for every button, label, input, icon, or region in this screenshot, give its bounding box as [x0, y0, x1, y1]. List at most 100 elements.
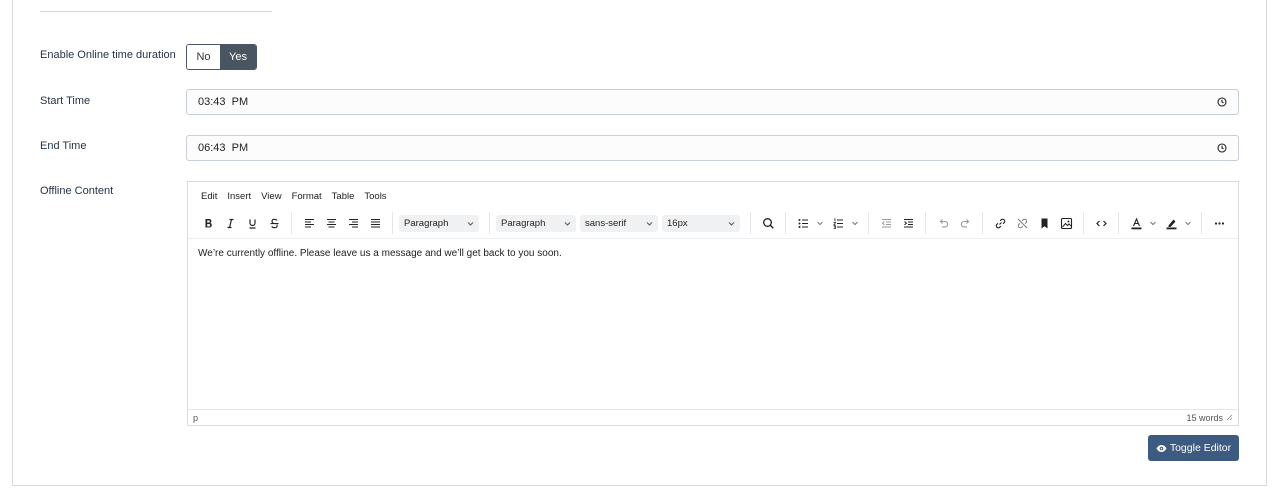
- font-size-value: 16px: [667, 217, 688, 229]
- font-size-dropdown[interactable]: 16px: [662, 214, 740, 232]
- online-duration-toggle: No Yes: [186, 44, 257, 70]
- menu-insert[interactable]: Insert: [222, 191, 256, 202]
- resize-handle-icon[interactable]: [1226, 414, 1233, 421]
- toolbar-divider: [982, 212, 983, 234]
- editor-menubar: Edit Insert View Format Table Tools: [188, 182, 392, 210]
- text-color-icon: [1131, 217, 1141, 229]
- bookmark-button[interactable]: [1033, 212, 1055, 234]
- menu-table[interactable]: Table: [327, 191, 360, 202]
- italic-button[interactable]: [219, 212, 241, 234]
- underline-button[interactable]: [241, 212, 263, 234]
- toggle-editor-label: Toggle Editor: [1169, 442, 1232, 454]
- menu-view[interactable]: View: [256, 191, 286, 202]
- insert-image-button[interactable]: [1055, 212, 1077, 234]
- align-right-button[interactable]: [342, 212, 364, 234]
- indent-button[interactable]: [897, 212, 919, 234]
- toggle-yes-button[interactable]: Yes: [220, 45, 256, 69]
- chevron-down-icon: [1185, 221, 1191, 226]
- rich-text-editor: Edit Insert View Format Table Tools Para…: [187, 181, 1239, 426]
- bookmark-icon: [1041, 218, 1047, 228]
- editor-statusbar: p 15 words: [188, 409, 1238, 425]
- underline-icon: [248, 219, 256, 229]
- bullet-list-icon: [798, 218, 808, 228]
- editor-toolbar: Paragraph Paragraph sans-serif 16px: [188, 210, 1238, 236]
- chevron-down-icon: [728, 221, 735, 226]
- italic-icon: [227, 218, 233, 228]
- toolbar-divider: [291, 212, 292, 234]
- toolbar-divider: [868, 212, 869, 234]
- source-code-button[interactable]: [1090, 212, 1112, 234]
- numbered-list-icon: [832, 218, 843, 229]
- toolbar-divider: [1083, 212, 1084, 234]
- code-icon: [1095, 220, 1107, 226]
- align-left-button[interactable]: [298, 212, 320, 234]
- start-time-value: 03:43 PM: [198, 96, 249, 108]
- chevron-down-icon: [852, 221, 858, 226]
- eye-icon: [1156, 444, 1167, 452]
- unlink-button[interactable]: [1011, 212, 1033, 234]
- end-time-label: End Time: [40, 140, 87, 152]
- highlighter-icon: [1166, 219, 1176, 229]
- word-count[interactable]: 15 words: [1186, 413, 1223, 423]
- toolbar-divider: [1201, 212, 1202, 234]
- strikethrough-icon: [270, 218, 278, 228]
- redo-button[interactable]: [954, 212, 976, 234]
- style-dropdown[interactable]: Paragraph: [496, 214, 576, 232]
- toolbar-divider: [489, 212, 490, 234]
- chevron-down-icon: [1150, 221, 1156, 226]
- outdent-button[interactable]: [875, 212, 897, 234]
- menu-edit[interactable]: Edit: [196, 191, 222, 202]
- menu-format[interactable]: Format: [287, 191, 327, 202]
- online-duration-label: Enable Online time duration: [40, 49, 176, 61]
- outdent-icon: [881, 218, 891, 227]
- toggle-no-button[interactable]: No: [187, 45, 220, 69]
- bold-icon: [205, 218, 212, 227]
- undo-icon: [939, 218, 948, 227]
- menu-tools[interactable]: Tools: [359, 191, 391, 202]
- editor-content[interactable]: We’re currently offline. Please leave us…: [188, 238, 1238, 410]
- bold-button[interactable]: [197, 212, 219, 234]
- chevron-down-icon: [646, 221, 653, 226]
- style-value: Paragraph: [501, 217, 546, 229]
- justify-icon: [370, 218, 380, 228]
- toggle-editor-button[interactable]: Toggle Editor: [1148, 435, 1239, 461]
- font-family-dropdown[interactable]: sans-serif: [580, 214, 658, 232]
- start-time-label: Start Time: [40, 95, 91, 107]
- end-time-input[interactable]: 06:43 PM: [186, 135, 1239, 161]
- divider: [40, 11, 272, 12]
- block-format-value: Paragraph: [404, 217, 449, 229]
- text-color-button[interactable]: [1125, 212, 1160, 234]
- highlight-color-button[interactable]: [1160, 212, 1195, 234]
- toolbar-divider: [785, 212, 786, 234]
- offline-content-label: Offline Content: [40, 185, 114, 197]
- align-center-button[interactable]: [320, 212, 342, 234]
- toolbar-divider: [750, 212, 751, 234]
- chevron-down-icon: [564, 221, 571, 226]
- clock-icon[interactable]: [1217, 143, 1227, 153]
- image-icon: [1060, 217, 1072, 229]
- block-format-dropdown[interactable]: Paragraph: [399, 214, 479, 232]
- clock-icon[interactable]: [1217, 97, 1227, 107]
- link-icon: [995, 218, 1005, 228]
- chevron-down-icon: [467, 221, 474, 226]
- numbered-list-button[interactable]: [827, 212, 862, 234]
- bullet-list-button[interactable]: [792, 212, 827, 234]
- undo-button[interactable]: [932, 212, 954, 234]
- toolbar-divider: [392, 212, 393, 234]
- more-button[interactable]: [1208, 212, 1230, 234]
- insert-link-button[interactable]: [989, 212, 1011, 234]
- chevron-down-icon: [817, 221, 823, 226]
- strikethrough-button[interactable]: [263, 212, 285, 234]
- start-time-input[interactable]: 03:43 PM: [186, 89, 1239, 115]
- search-icon: [762, 217, 774, 229]
- more-icon: [1214, 221, 1224, 225]
- indent-icon: [903, 218, 913, 227]
- unlink-icon: [1017, 218, 1027, 228]
- justify-button[interactable]: [364, 212, 386, 234]
- align-right-icon: [348, 218, 358, 228]
- redo-icon: [960, 218, 969, 227]
- font-family-value: sans-serif: [585, 217, 627, 229]
- toolbar-divider: [925, 212, 926, 234]
- element-path[interactable]: p: [193, 413, 198, 423]
- search-replace-button[interactable]: [757, 212, 779, 234]
